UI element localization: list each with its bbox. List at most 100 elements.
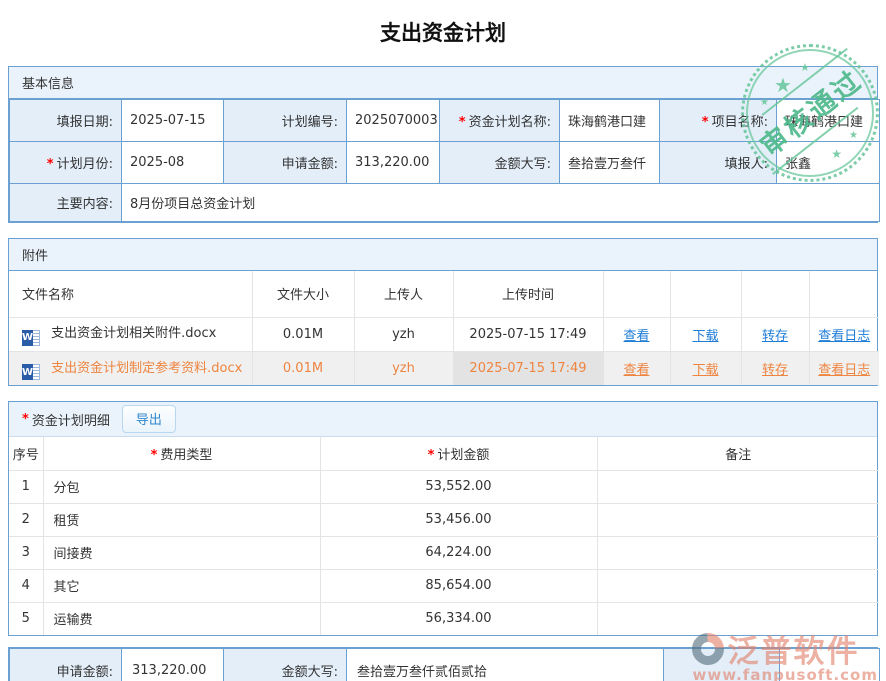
basic-info-row: 主要内容: 8月份项目总资金计划	[10, 184, 880, 222]
field-value-project-name: 珠海鹤港口建	[777, 100, 880, 142]
col-header-uploader: 上传人	[354, 271, 453, 317]
required-marker: *	[428, 448, 435, 463]
basic-info-row: *计划月份: 2025-08 申请金额: 313,220.00 金额大写: 叁拾…	[10, 142, 880, 184]
attachment-file-cell: W 支出资金计划相关附件.docx	[9, 317, 252, 351]
detail-header-row: 序号 *费用类型 *计划金额 备注	[9, 437, 879, 470]
attachments-header-row: 文件名称 文件大小 上传人 上传时间	[9, 271, 879, 317]
summary-section: 申请金额: 313,220.00 金额大写: 叁拾壹万叁仟贰佰贰拾	[8, 647, 878, 681]
detail-section-title: 资金计划明细	[32, 410, 110, 429]
attachment-uploader: yzh	[354, 351, 453, 385]
view-log-link[interactable]: 查看日志	[818, 329, 870, 344]
detail-plan-amount: 53,456.00	[320, 503, 597, 536]
required-marker: *	[47, 157, 54, 172]
basic-info-table: 填报日期: 2025-07-15 计划编号: 2025070003 *资金计划名…	[9, 99, 880, 222]
field-value-fund-plan-name: 珠海鹤港口建	[560, 100, 660, 142]
transfer-save-link[interactable]: 转存	[762, 363, 788, 378]
col-header-file-size: 文件大小	[252, 271, 354, 317]
detail-plan-amount: 64,224.00	[320, 536, 597, 569]
detail-row: 1 分包 53,552.00	[9, 470, 879, 503]
detail-seq: 1	[9, 470, 43, 503]
field-label-reporter: 填报人:	[660, 142, 777, 184]
required-marker: *	[151, 448, 158, 463]
view-log-link[interactable]: 查看日志	[818, 363, 870, 378]
summary-words-value: 叁拾壹万叁仟贰佰贰拾	[347, 649, 664, 681]
col-header-fee-type: *费用类型	[43, 437, 320, 470]
summary-amount-label: 申请金额:	[10, 649, 122, 681]
field-label-fund-plan-name: *资金计划名称:	[440, 100, 560, 142]
attachment-uploader: yzh	[354, 317, 453, 351]
export-button[interactable]: 导出	[122, 405, 176, 433]
summary-empty-label-cell	[664, 649, 780, 681]
attachment-upload-time: 2025-07-15 17:49	[453, 351, 603, 385]
col-header-seq: 序号	[9, 437, 43, 470]
detail-row: 4 其它 85,654.00	[9, 569, 879, 602]
detail-seq: 4	[9, 569, 43, 602]
detail-row: 5 运输费 56,334.00	[9, 602, 879, 635]
detail-note	[597, 602, 879, 635]
download-link[interactable]: 下载	[692, 329, 718, 344]
detail-fee-type: 其它	[43, 569, 320, 602]
detail-plan-amount: 85,654.00	[320, 569, 597, 602]
field-label-report-date: 填报日期:	[10, 100, 122, 142]
view-link[interactable]: 查看	[623, 363, 649, 378]
summary-empty-value-cell	[780, 649, 880, 681]
field-value-apply-amount: 313,220.00	[347, 142, 440, 184]
attachments-section: 附件 文件名称 文件大小 上传人 上传时间 W 支出资金计划相关附件.docx …	[8, 238, 878, 386]
field-label-apply-amount: 申请金额:	[224, 142, 347, 184]
field-label-plan-month: *计划月份:	[10, 142, 122, 184]
detail-fee-type: 间接费	[43, 536, 320, 569]
detail-fee-type: 租赁	[43, 503, 320, 536]
field-value-main-content: 8月份项目总资金计划	[122, 184, 880, 222]
detail-fee-type: 运输费	[43, 602, 320, 635]
detail-seq: 5	[9, 602, 43, 635]
summary-row: 申请金额: 313,220.00 金额大写: 叁拾壹万叁仟贰佰贰拾	[10, 649, 880, 681]
word-document-icon: W	[22, 364, 40, 380]
col-header-upload-time: 上传时间	[453, 271, 603, 317]
detail-row: 3 间接费 64,224.00	[9, 536, 879, 569]
detail-plan-amount: 53,552.00	[320, 470, 597, 503]
attachment-file-name[interactable]: 支出资金计划相关附件.docx	[51, 326, 216, 341]
field-value-plan-month: 2025-08	[122, 142, 224, 184]
col-header-note: 备注	[597, 437, 879, 470]
summary-table: 申请金额: 313,220.00 金额大写: 叁拾壹万叁仟贰佰贰拾	[9, 648, 880, 681]
field-value-report-date: 2025-07-15	[122, 100, 224, 142]
field-label-main-content: 主要内容:	[10, 184, 122, 222]
attachment-row-highlighted: W 支出资金计划制定参考资料.docx 0.01M yzh 2025-07-15…	[9, 351, 879, 385]
attachment-upload-time: 2025-07-15 17:49	[453, 317, 603, 351]
field-value-reporter: 张鑫	[777, 142, 880, 184]
detail-note	[597, 470, 879, 503]
download-link[interactable]: 下载	[692, 363, 718, 378]
field-label-project-name: *项目名称:	[660, 100, 777, 142]
page-title: 支出资金计划	[0, 17, 886, 47]
col-header-action	[741, 271, 809, 317]
field-label-plan-number: 计划编号:	[224, 100, 347, 142]
attachment-file-name[interactable]: 支出资金计划制定参考资料.docx	[51, 361, 242, 376]
detail-seq: 3	[9, 536, 43, 569]
detail-note	[597, 536, 879, 569]
col-header-plan-amount: *计划金额	[320, 437, 597, 470]
col-header-action	[809, 271, 879, 317]
attachments-table: 文件名称 文件大小 上传人 上传时间 W 支出资金计划相关附件.docx 0.0…	[9, 271, 879, 385]
detail-fee-type: 分包	[43, 470, 320, 503]
detail-seq: 2	[9, 503, 43, 536]
fund-plan-detail-section: * 资金计划明细 导出 序号 *费用类型 *计划金额 备注 1 分包 53,55…	[8, 401, 878, 636]
field-label-amount-words: 金额大写:	[440, 142, 560, 184]
detail-note	[597, 569, 879, 602]
col-header-file-name: 文件名称	[9, 271, 252, 317]
attachments-section-title: 附件	[9, 239, 877, 271]
summary-words-label: 金额大写:	[224, 649, 347, 681]
field-value-plan-number: 2025070003	[347, 100, 440, 142]
required-marker: *	[702, 115, 709, 130]
word-document-icon: W	[22, 330, 40, 346]
basic-info-section: 基本信息 填报日期: 2025-07-15 计划编号: 2025070003 *…	[8, 66, 878, 223]
detail-row: 2 租赁 53,456.00	[9, 503, 879, 536]
detail-note	[597, 503, 879, 536]
col-header-action	[670, 271, 741, 317]
col-header-action	[603, 271, 670, 317]
required-marker: *	[22, 412, 29, 427]
field-value-amount-words: 叁拾壹万叁仟	[560, 142, 660, 184]
attachment-row: W 支出资金计划相关附件.docx 0.01M yzh 2025-07-15 1…	[9, 317, 879, 351]
transfer-save-link[interactable]: 转存	[762, 329, 788, 344]
detail-section-header: * 资金计划明细 导出	[9, 402, 877, 437]
view-link[interactable]: 查看	[623, 329, 649, 344]
